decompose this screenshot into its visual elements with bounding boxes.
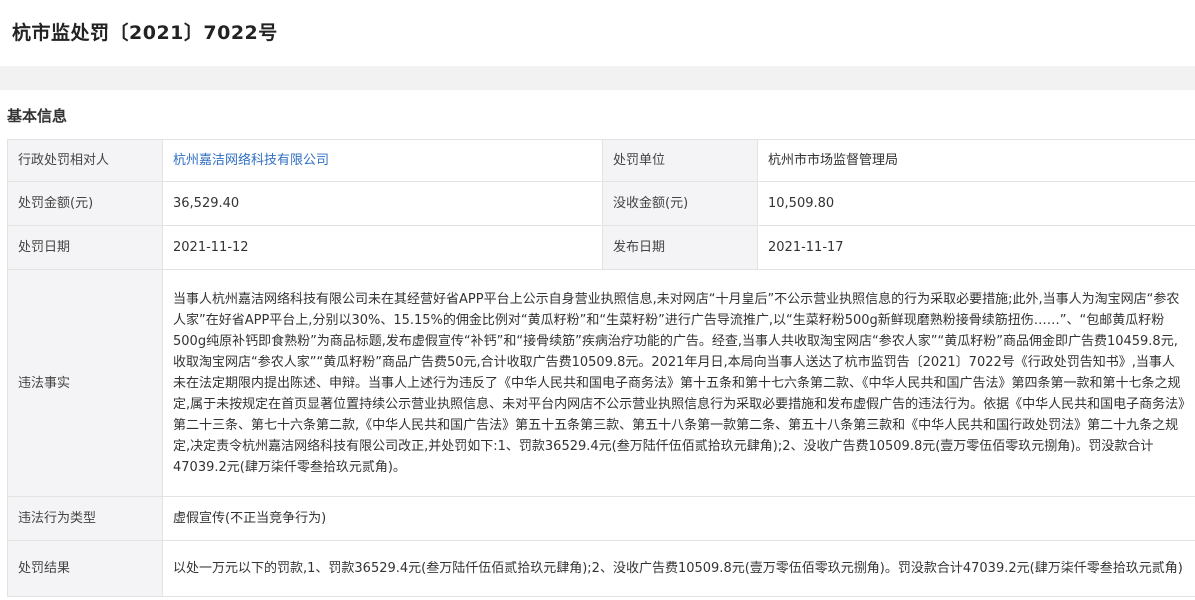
table-row: 违法行为类型 虚假宣传(不正当竞争行为) bbox=[7, 496, 1195, 541]
type-value: 虚假宣传(不正当竞争行为) bbox=[162, 496, 1195, 541]
confiscation-label: 没收金额(元) bbox=[602, 181, 758, 226]
publish-value: 2021-11-17 bbox=[757, 225, 1195, 270]
party-label: 行政处罚相对人 bbox=[7, 139, 163, 182]
amount-label: 处罚金额(元) bbox=[7, 181, 163, 226]
confiscation-value: 10,509.80 bbox=[757, 181, 1195, 226]
type-label: 违法行为类型 bbox=[7, 496, 163, 541]
table-row: 处罚结果 以处一万元以下的罚款,1、罚款36529.4元(叁万陆仟伍佰贰拾玖元肆… bbox=[7, 540, 1195, 597]
table-row: 处罚日期 2021-11-12 发布日期 2021-11-17 bbox=[7, 225, 1195, 270]
amount-value: 36,529.40 bbox=[162, 181, 603, 226]
section-title: 基本信息 bbox=[7, 107, 68, 125]
title-divider bbox=[0, 66, 1195, 90]
result-label: 处罚结果 bbox=[7, 540, 163, 597]
unit-value: 杭州市市场监督管理局 bbox=[757, 139, 1195, 182]
unit-label: 处罚单位 bbox=[602, 139, 758, 182]
date-label: 处罚日期 bbox=[7, 225, 163, 270]
table-row: 违法事实 当事人杭州嘉洁网络科技有限公司未在其经营好省APP平台上公示自身营业执… bbox=[7, 269, 1195, 497]
facts-value: 当事人杭州嘉洁网络科技有限公司未在其经营好省APP平台上公示自身营业执照信息,未… bbox=[162, 269, 1195, 497]
table-row: 行政处罚相对人 杭州嘉洁网络科技有限公司 处罚单位 杭州市市场监督管理局 bbox=[7, 139, 1195, 182]
date-value: 2021-11-12 bbox=[162, 225, 603, 270]
result-value: 以处一万元以下的罚款,1、罚款36529.4元(叁万陆仟伍佰贰拾玖元肆角);2、… bbox=[162, 540, 1195, 597]
info-table: 行政处罚相对人 杭州嘉洁网络科技有限公司 处罚单位 杭州市市场监督管理局 处罚金… bbox=[7, 139, 1195, 597]
table-row: 处罚金额(元) 36,529.40 没收金额(元) 10,509.80 bbox=[7, 181, 1195, 226]
party-link[interactable]: 杭州嘉洁网络科技有限公司 bbox=[173, 153, 329, 168]
facts-label: 违法事实 bbox=[7, 269, 163, 497]
publish-label: 发布日期 bbox=[602, 225, 758, 270]
page-title: 杭市监处罚〔2021〕7022号 bbox=[12, 22, 278, 44]
